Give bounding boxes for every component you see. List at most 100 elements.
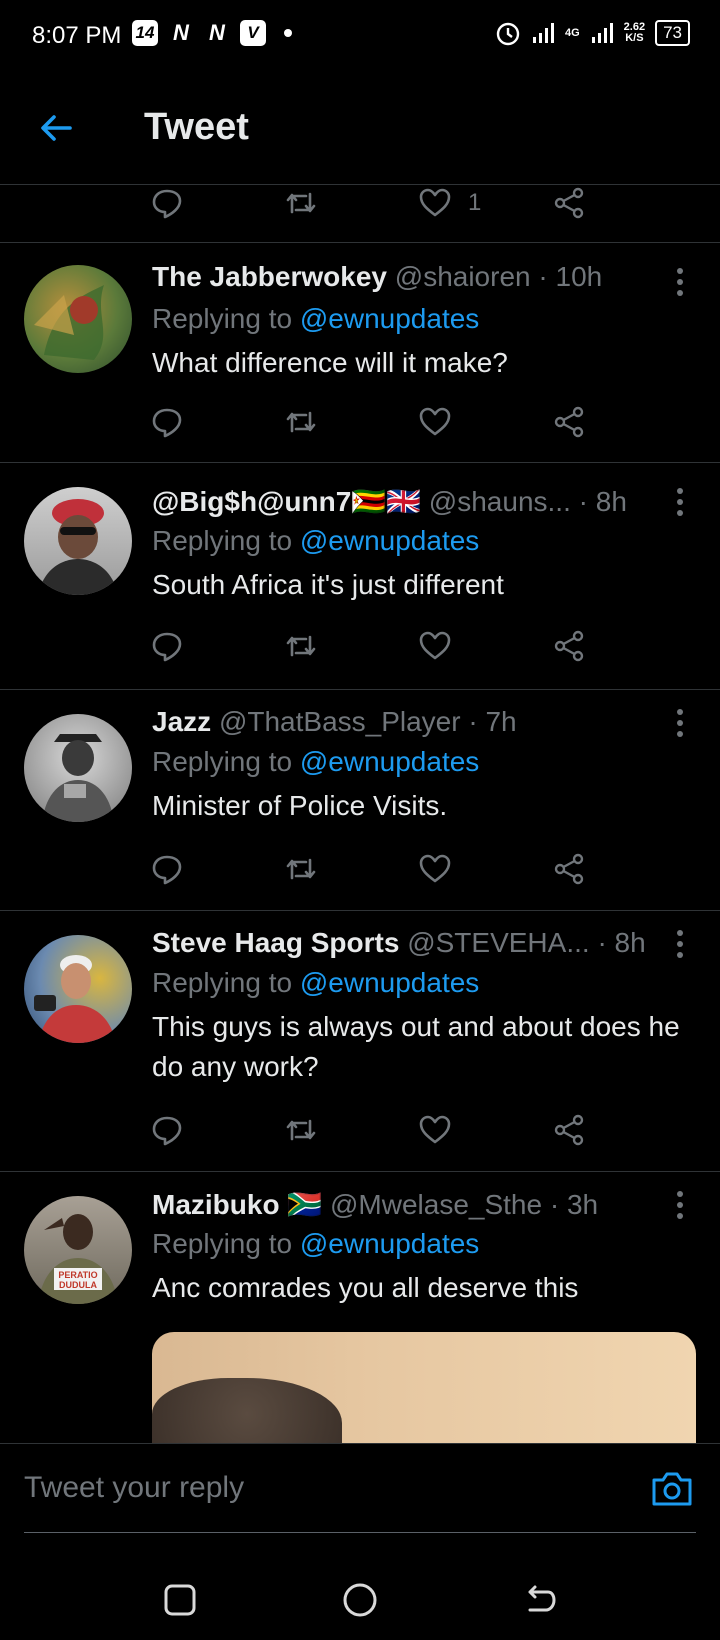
share-button[interactable] <box>552 186 586 220</box>
retweet-button[interactable] <box>284 1113 318 1147</box>
display-name[interactable]: The Jabberwokey <box>152 261 387 292</box>
user-handle: @shauns... <box>428 486 571 517</box>
avatar[interactable] <box>24 935 132 1043</box>
replying-to: Replying to @ewnupdates <box>152 303 479 335</box>
share-button[interactable] <box>552 629 586 663</box>
like-button[interactable]: 1 <box>418 186 481 220</box>
more-vertical-icon[interactable] <box>668 485 692 519</box>
mention-link[interactable]: @ewnupdates <box>300 1228 479 1259</box>
system-nav-bar <box>0 1560 720 1640</box>
tweet-time: · 7h <box>468 706 517 737</box>
news-app-icon-2: N <box>209 20 225 45</box>
tweet-text: South Africa it's just different <box>152 569 504 600</box>
reply-button[interactable] <box>150 629 184 663</box>
heart-icon <box>419 188 451 217</box>
reply-input[interactable] <box>24 1444 696 1533</box>
previous-tweet-actions: 1 <box>0 184 720 243</box>
more-vertical-icon[interactable] <box>668 1188 692 1222</box>
status-time: 8:07 PM <box>32 22 122 49</box>
camera-icon[interactable] <box>650 1468 694 1508</box>
reply-tweet[interactable]: Jazz @ThatBass_Player · 7h Replying to @… <box>0 690 720 911</box>
avatar[interactable] <box>24 487 132 595</box>
more-vertical-icon[interactable] <box>668 927 692 961</box>
retweet-icon <box>286 192 316 214</box>
more-vertical-icon[interactable] <box>668 265 692 299</box>
reply-icon <box>152 855 182 885</box>
display-name[interactable]: @Big$h@unn7 <box>152 486 351 517</box>
user-handle: @ThatBass_Player <box>218 706 461 737</box>
heart-icon <box>419 1115 451 1144</box>
notification-icons: 14 N N V <box>132 20 292 46</box>
reply-tweet[interactable]: Steve Haag Sports @STEVEHA... · 8h Reply… <box>0 911 720 1172</box>
top-app-bar: Tweet <box>0 72 720 185</box>
back-nav-icon[interactable] <box>520 1580 560 1620</box>
tweet-time: · 8h <box>597 927 646 958</box>
display-name[interactable]: Steve Haag Sports <box>152 927 399 958</box>
retweet-icon <box>286 411 316 433</box>
signal-icon <box>532 23 554 43</box>
mention-link[interactable]: @ewnupdates <box>300 967 479 998</box>
replying-to: Replying to @ewnupdates <box>152 967 479 999</box>
reply-button[interactable] <box>150 852 184 886</box>
heart-icon <box>419 854 451 883</box>
replying-to: Replying to @ewnupdates <box>152 746 479 778</box>
avatar[interactable] <box>24 714 132 822</box>
like-count: 1 <box>468 189 482 216</box>
avatar[interactable] <box>24 265 132 373</box>
signal-icon-2 <box>591 23 613 43</box>
action-bar <box>150 1113 620 1157</box>
arrow-left-icon[interactable] <box>36 108 76 148</box>
display-name[interactable]: Mazibuko <box>152 1189 280 1220</box>
reply-icon <box>152 632 182 662</box>
avatar-art <box>34 955 116 1043</box>
avatar-art <box>42 734 114 822</box>
avatar-art <box>38 499 118 595</box>
like-button[interactable] <box>418 629 452 663</box>
home-icon[interactable] <box>340 1580 380 1620</box>
mention-link[interactable]: @ewnupdates <box>300 525 479 556</box>
share-icon <box>554 853 584 885</box>
recent-apps-icon[interactable] <box>160 1580 200 1620</box>
share-icon <box>554 630 584 662</box>
media-subject <box>152 1378 342 1444</box>
retweet-icon <box>286 1119 316 1141</box>
speed-unit: K/S <box>625 32 644 44</box>
mention-link[interactable]: @ewnupdates <box>300 303 479 334</box>
tweet-time: · 3h <box>549 1189 599 1220</box>
retweet-button[interactable] <box>284 405 318 439</box>
action-bar <box>150 852 620 896</box>
display-name[interactable]: Jazz <box>152 706 211 737</box>
alarm-icon <box>496 22 520 46</box>
reply-button[interactable] <box>150 186 184 220</box>
retweet-button[interactable] <box>284 186 318 220</box>
avatar[interactable]: PERATIO DUDULA <box>24 1196 132 1304</box>
reply-composer <box>0 1443 720 1534</box>
reply-button[interactable] <box>150 405 184 439</box>
tweet-media-image[interactable] <box>152 1332 696 1444</box>
page-title: Tweet <box>144 106 249 148</box>
network-speed: 2.62 K/S <box>624 22 645 44</box>
replying-prefix: Replying to <box>152 1228 293 1259</box>
like-button[interactable] <box>418 1113 452 1147</box>
news-app-icon: N <box>173 20 189 45</box>
heart-icon <box>419 407 451 436</box>
like-button[interactable] <box>418 852 452 886</box>
replying-prefix: Replying to <box>152 303 293 334</box>
share-button[interactable] <box>552 1113 586 1147</box>
share-button[interactable] <box>552 405 586 439</box>
replying-to: Replying to @ewnupdates <box>152 525 479 557</box>
mention-link[interactable]: @ewnupdates <box>300 746 479 777</box>
more-notifications-dot <box>284 29 292 37</box>
reply-tweet[interactable]: The Jabberwokey @shaioren · 10h Replying… <box>0 243 720 463</box>
retweet-button[interactable] <box>284 629 318 663</box>
retweet-icon <box>286 635 316 657</box>
more-vertical-icon[interactable] <box>668 706 692 740</box>
retweet-button[interactable] <box>284 852 318 886</box>
reply-tweet[interactable]: @Big$h@unn7🇿🇼🇬🇧 @shauns... · 8h Replying… <box>0 463 720 690</box>
reply-button[interactable] <box>150 1113 184 1147</box>
tweet-header: Steve Haag Sports @STEVEHA... · 8h <box>152 927 672 959</box>
tweet-text: Anc comrades you all deserve this <box>152 1272 579 1303</box>
reply-icon <box>152 189 182 219</box>
share-button[interactable] <box>552 852 586 886</box>
like-button[interactable] <box>418 405 452 439</box>
